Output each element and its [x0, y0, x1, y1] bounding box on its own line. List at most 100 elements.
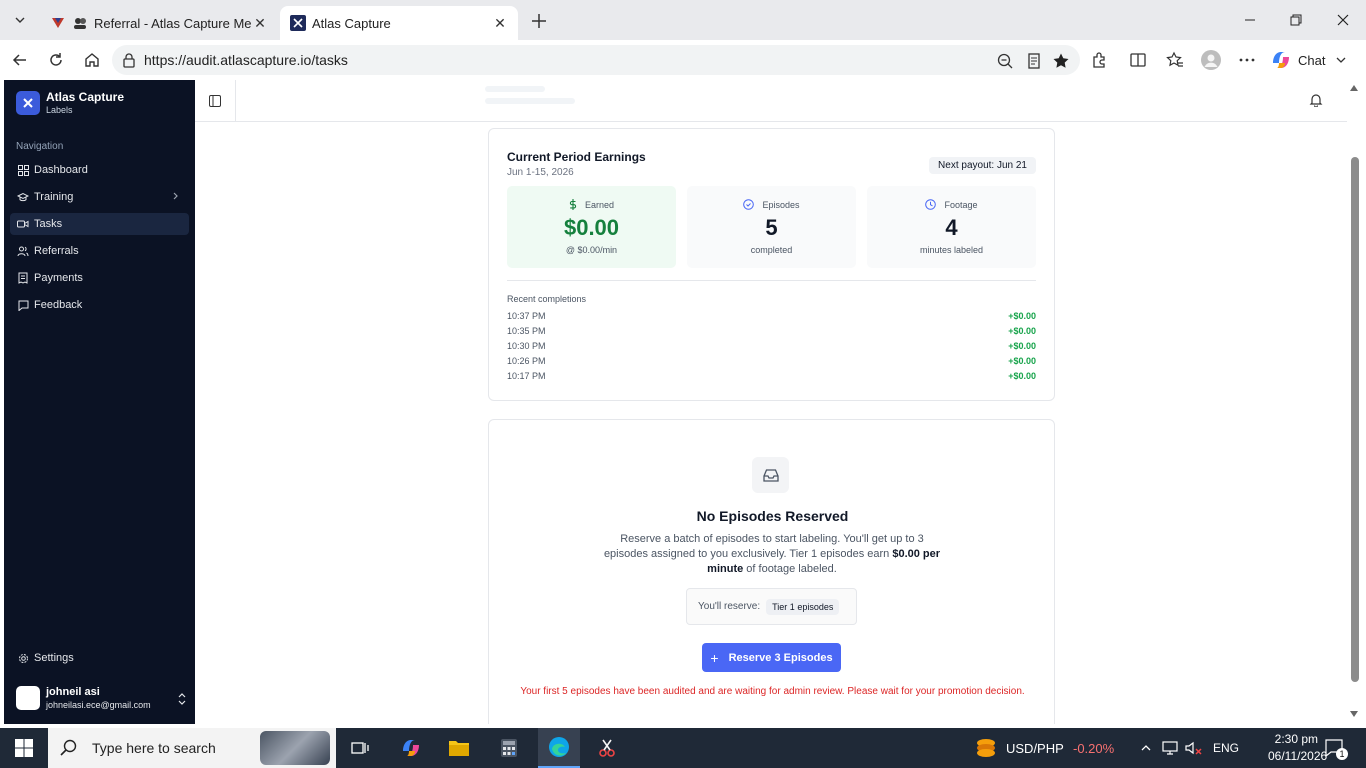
profile-avatar-icon[interactable]	[1199, 48, 1223, 72]
reader-view-icon[interactable]	[1025, 52, 1043, 70]
search-highlight-image	[260, 731, 330, 765]
tab-close-icon[interactable]: ✕	[492, 15, 508, 31]
sidebar-item-dashboard[interactable]: Dashboard	[10, 159, 189, 181]
language-indicator[interactable]: ENG	[1213, 728, 1239, 768]
list-item: 10:26 PM +$0.00	[507, 356, 1036, 366]
bell-icon[interactable]	[1309, 93, 1323, 112]
video-icon	[16, 217, 30, 231]
sidebar-item-settings[interactable]: Settings	[10, 647, 189, 669]
sidebar-toggle-icon[interactable]	[195, 80, 236, 122]
brand[interactable]: Atlas Capture Labels	[16, 90, 124, 115]
tab-referral[interactable]: Referral - Atlas Capture Memb ✕	[40, 6, 278, 40]
file-explorer-icon[interactable]	[440, 728, 478, 768]
empty-description: Reserve a batch of episodes to start lab…	[603, 533, 941, 575]
user-name: johneil asi	[46, 686, 100, 698]
scroll-thumb[interactable]	[1351, 157, 1359, 682]
users-icon	[16, 244, 30, 258]
tab-atlas-capture[interactable]: Atlas Capture ✕	[280, 6, 518, 40]
extensions-icon[interactable]	[1087, 48, 1111, 72]
back-arrow-icon[interactable]	[8, 48, 32, 72]
url-text: https://audit.atlascapture.io/tasks	[144, 52, 348, 68]
taskbar-search-input[interactable]: Type here to search	[48, 728, 336, 768]
stat-label: Footage	[867, 199, 1036, 210]
sidebar-item-feedback[interactable]: Feedback	[10, 294, 189, 316]
episodes-value: 5	[765, 215, 778, 240]
split-screen-icon[interactable]	[1126, 48, 1150, 72]
tab-title: Referral - Atlas Capture Memb	[94, 15, 252, 31]
stat-earned: Earned $0.00 @ $0.00/min	[507, 186, 676, 268]
earned-rate: @ $0.00/min	[565, 245, 618, 255]
reserve-episodes-button[interactable]: + Reserve 3 Episodes	[702, 643, 841, 672]
chevron-right-icon	[171, 191, 181, 204]
earnings-period: Jun 1-15, 2026	[507, 167, 574, 178]
browser-toolbar: https://audit.atlascapture.io/tasks Chat	[0, 40, 1366, 80]
empty-title: No Episodes Reserved	[696, 508, 849, 524]
snipping-tool-icon[interactable]	[588, 728, 626, 768]
copilot-chat-button[interactable]: Chat	[1270, 48, 1347, 72]
zoom-out-icon[interactable]	[996, 52, 1014, 70]
scrolled-header-text	[485, 80, 635, 110]
notification-center-icon[interactable]: 1	[1322, 728, 1348, 768]
reserve-info-box: You'll reserve: Tier 1 episodes	[686, 588, 857, 625]
copilot-icon[interactable]	[392, 728, 430, 768]
main-content: Current Period Earnings Jun 1-15, 2026 N…	[195, 80, 1347, 724]
sidebar-item-label: Training	[34, 191, 74, 203]
more-options-icon[interactable]	[1235, 48, 1259, 72]
avatar	[16, 686, 40, 710]
task-view-icon[interactable]	[342, 728, 378, 768]
graduation-cap-icon	[16, 190, 30, 204]
sidebar-item-payments[interactable]: Payments	[10, 267, 189, 289]
sidebar-item-label: Tasks	[34, 218, 63, 230]
people-icon	[72, 15, 88, 31]
currency-pair[interactable]: USD/PHP	[1006, 728, 1064, 768]
plus-icon: +	[710, 649, 719, 666]
refresh-icon[interactable]	[44, 48, 68, 72]
calculator-icon[interactable]	[490, 728, 528, 768]
network-icon[interactable]	[1161, 728, 1181, 768]
user-email: johneilasi.ece@gmail.com	[46, 700, 151, 710]
favorite-star-icon[interactable]	[1052, 52, 1070, 70]
stat-episodes: Episodes 5 completed	[687, 186, 856, 268]
user-menu[interactable]: johneil asi johneilasi.ece@gmail.com	[16, 686, 186, 710]
recent-completions-title: Recent completions	[507, 294, 587, 304]
currency-change: -0.20%	[1073, 740, 1115, 756]
sidebar-item-label: Dashboard	[34, 164, 88, 176]
restore-icon[interactable]	[1284, 8, 1308, 32]
sidebar-item-tasks[interactable]: Tasks	[10, 213, 189, 235]
address-bar[interactable]: https://audit.atlascapture.io/tasks	[112, 45, 1080, 75]
sidebar-item-label: Feedback	[34, 299, 83, 311]
sidebar-item-training[interactable]: Training	[10, 186, 189, 208]
audit-warning: Your first 5 episodes have been audited …	[520, 686, 1025, 697]
edge-icon[interactable]	[538, 728, 580, 768]
sidebar-item-referrals[interactable]: Referrals	[10, 240, 189, 262]
page-scrollbar[interactable]	[1347, 80, 1361, 724]
tab-actions-chevron-icon[interactable]	[8, 8, 32, 32]
list-item: 10:17 PM +$0.00	[507, 371, 1036, 381]
tab-close-icon[interactable]: ✕	[252, 15, 268, 31]
window-close-icon[interactable]	[1331, 8, 1355, 32]
copilot-icon	[1270, 49, 1292, 71]
stat-footage: Footage 4 minutes labeled	[867, 186, 1036, 268]
minimize-icon[interactable]	[1238, 8, 1262, 32]
gear-icon	[16, 651, 30, 665]
list-item: 10:37 PM +$0.00	[507, 311, 1036, 321]
sidebar-item-label: Payments	[34, 272, 83, 284]
windows-start-icon[interactable]	[0, 728, 48, 768]
earned-value: $0.00	[563, 215, 620, 240]
tab-title: Atlas Capture	[312, 15, 391, 31]
scroll-up-icon	[1350, 85, 1358, 91]
favorites-icon[interactable]	[1163, 48, 1187, 72]
home-icon[interactable]	[80, 48, 104, 72]
new-tab-plus-icon[interactable]	[528, 10, 550, 32]
chevron-up-icon[interactable]	[1137, 728, 1155, 768]
chat-label: Chat	[1298, 52, 1326, 68]
divider	[507, 280, 1036, 281]
system-clock[interactable]: 2:30 pm 06/11/2026	[1268, 731, 1327, 765]
earnings-title: Current Period Earnings	[507, 150, 646, 164]
brand-subtitle: Labels	[46, 105, 73, 115]
inbox-icon	[752, 457, 789, 493]
currency-coins-icon	[972, 728, 1000, 768]
atlas-logo-icon	[16, 90, 40, 115]
receipt-icon	[16, 271, 30, 285]
volume-muted-icon[interactable]	[1183, 728, 1205, 768]
